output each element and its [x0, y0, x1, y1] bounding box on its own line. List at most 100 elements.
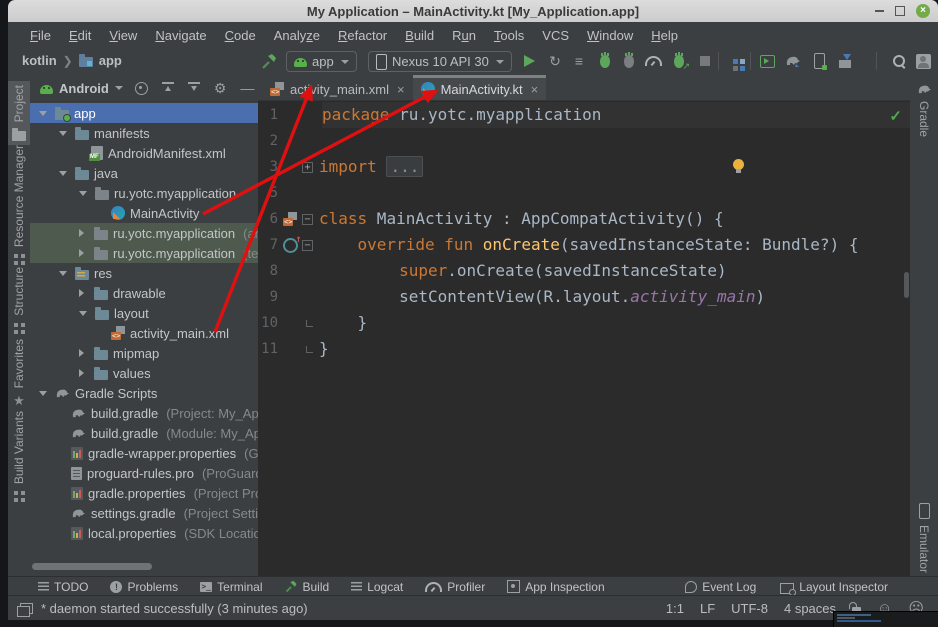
tool-stripe-project[interactable]: Project [8, 81, 30, 145]
editor-scrollbar[interactable] [904, 272, 909, 298]
toolwindow-button-profiler[interactable]: Profiler [425, 580, 485, 594]
toolwindow-button-problems[interactable]: !Problems [110, 580, 178, 594]
tree-item-manifests[interactable]: manifests [30, 123, 258, 143]
tree-item-ru-yotc-myapplication-androidtest[interactable]: ru.yotc.myapplication(androidTest) [30, 223, 258, 243]
menu-file[interactable]: File [22, 26, 59, 45]
device-selector[interactable]: Nexus 10 API 30 [368, 51, 512, 72]
indent-widget[interactable]: 4 spaces [784, 601, 836, 616]
profile-avatar-button[interactable] [914, 53, 932, 69]
chevron-icon[interactable] [59, 131, 67, 136]
menu-vcs[interactable]: VCS [534, 26, 577, 45]
tree-item-androidmanifest-xml[interactable]: MFAndroidManifest.xml [30, 143, 258, 163]
tree-item-proguard-rules-pro-proguard-rules-for-app[interactable]: proguard-rules.pro(ProGuard Rules for ap… [30, 463, 258, 483]
run-button[interactable] [520, 53, 538, 69]
restore-button[interactable] [895, 6, 905, 16]
menu-code[interactable]: Code [217, 26, 264, 45]
stop-button[interactable] [696, 53, 714, 69]
status-message[interactable]: * daemon started successfully (3 minutes… [41, 601, 308, 616]
toolwindow-button-terminal[interactable]: >_Terminal [200, 580, 262, 594]
minimize-button[interactable] [875, 10, 884, 12]
tree-item-local-properties-sdk-location[interactable]: local.properties(SDK Location) [30, 523, 258, 543]
hide-panel-button[interactable]: — [240, 80, 254, 96]
breadcrumb-module[interactable]: app [99, 53, 122, 68]
menu-edit[interactable]: Edit [61, 26, 99, 45]
code-line[interactable]: 11} [258, 336, 910, 362]
expand-all-button[interactable] [162, 82, 174, 94]
menu-help[interactable]: Help [643, 26, 686, 45]
select-opened-file-button[interactable] [135, 82, 148, 95]
tree-item-activity-main-xml[interactable]: <>activity_main.xml [30, 323, 258, 343]
chevron-icon[interactable] [79, 289, 84, 297]
tool-stripe-emulator[interactable]: Emulator [910, 499, 938, 577]
attach-debugger-button[interactable] [670, 53, 688, 69]
menu-navigate[interactable]: Navigate [147, 26, 214, 45]
code-line[interactable]: 9 setContentView(R.layout.activity_main) [258, 284, 910, 310]
tree-item-gradle-scripts[interactable]: Gradle Scripts [30, 383, 258, 403]
device-manager-button[interactable] [810, 53, 828, 69]
encoding-widget[interactable]: UTF-8 [731, 601, 768, 616]
menu-run[interactable]: Run [444, 26, 484, 45]
tree-item-mainactivity[interactable]: MainActivity [30, 203, 258, 223]
editor-tab-mainactivity-kt[interactable]: MainActivity.kt× [413, 75, 547, 100]
code-line[interactable]: 1package ru.yotc.myapplication [258, 102, 910, 128]
toolwindow-button-build[interactable]: Build [285, 580, 330, 594]
sync-gradle-button[interactable] [784, 53, 802, 69]
tool-window-toggle-icon[interactable] [20, 603, 33, 614]
tool-stripe-structure[interactable]: Structure [8, 263, 30, 339]
run-configuration-selector[interactable]: app [286, 51, 357, 72]
chevron-icon[interactable] [79, 249, 84, 257]
code-editor[interactable]: 1package ru.yotc.myapplication23+import … [258, 102, 910, 362]
chevron-icon[interactable] [39, 111, 47, 116]
fold-marker[interactable] [306, 346, 313, 353]
tool-stripe-favorites[interactable]: Favorites★ [8, 335, 30, 411]
tree-item-drawable[interactable]: drawable [30, 283, 258, 303]
debug-button[interactable] [596, 53, 614, 69]
menu-refactor[interactable]: Refactor [330, 26, 395, 45]
toolwindow-button-todo[interactable]: TODO [38, 580, 88, 594]
close-icon[interactable]: × [531, 82, 539, 97]
fold-marker[interactable]: − [302, 214, 313, 225]
line-ending-widget[interactable]: LF [700, 601, 715, 616]
title-bar[interactable]: My Application – MainActivity.kt [My_App… [8, 0, 938, 22]
build-hammer-button[interactable] [260, 53, 278, 69]
apply-changes-button[interactable]: ↻ [546, 53, 564, 69]
project-view-selector[interactable]: Android [59, 81, 109, 96]
apply-code-changes-button[interactable]: ≡ [570, 53, 588, 69]
code-line[interactable]: 6<>−class MainActivity : AppCompatActivi… [258, 206, 910, 232]
tree-item-layout[interactable]: layout [30, 303, 258, 323]
fold-marker[interactable]: − [302, 240, 313, 251]
override-gutter-icon[interactable] [278, 238, 302, 253]
menu-analyze[interactable]: Analyze [266, 26, 328, 45]
project-structure-button[interactable] [726, 53, 744, 69]
chevron-icon[interactable] [59, 271, 67, 276]
layout-file-gutter-icon[interactable]: <> [278, 212, 302, 226]
tree-item-settings-gradle-project-settings[interactable]: settings.gradle(Project Settings) [30, 503, 258, 523]
menu-tools[interactable]: Tools [486, 26, 532, 45]
toolwindow-button-event-log[interactable]: Event Log [685, 580, 756, 594]
toolwindow-button-app-inspection[interactable]: App Inspection [507, 580, 604, 594]
logcat-window-button[interactable] [758, 53, 776, 69]
breadcrumb-root[interactable]: kotlin [22, 53, 57, 68]
menu-view[interactable]: View [101, 26, 145, 45]
settings-button[interactable]: ⚙ [214, 80, 227, 96]
tree-item-values[interactable]: values [30, 363, 258, 383]
toolwindow-button-layout-inspector[interactable]: Layout Inspector [780, 580, 888, 594]
sdk-manager-button[interactable] [836, 53, 854, 69]
close-icon[interactable]: × [397, 82, 405, 97]
code-line[interactable]: 3+import ... [258, 154, 910, 180]
tree-item-mipmap[interactable]: mipmap [30, 343, 258, 363]
tree-item-ru-yotc-myapplication[interactable]: ru.yotc.myapplication [30, 183, 258, 203]
chevron-icon[interactable] [39, 391, 47, 396]
tree-item-build-gradle-project-my-application[interactable]: build.gradle(Project: My_Application) [30, 403, 258, 423]
menu-window[interactable]: Window [579, 26, 641, 45]
tree-item-res[interactable]: res [30, 263, 258, 283]
search-everywhere-button[interactable] [890, 53, 908, 69]
chevron-icon[interactable] [79, 191, 87, 196]
tree-item-app[interactable]: app [30, 103, 258, 123]
menu-build[interactable]: Build [397, 26, 442, 45]
horizontal-scrollbar[interactable] [32, 563, 152, 570]
chevron-icon[interactable] [79, 349, 84, 357]
collapse-all-button[interactable] [188, 82, 200, 94]
fold-marker[interactable] [306, 320, 313, 327]
chevron-icon[interactable] [79, 369, 84, 377]
